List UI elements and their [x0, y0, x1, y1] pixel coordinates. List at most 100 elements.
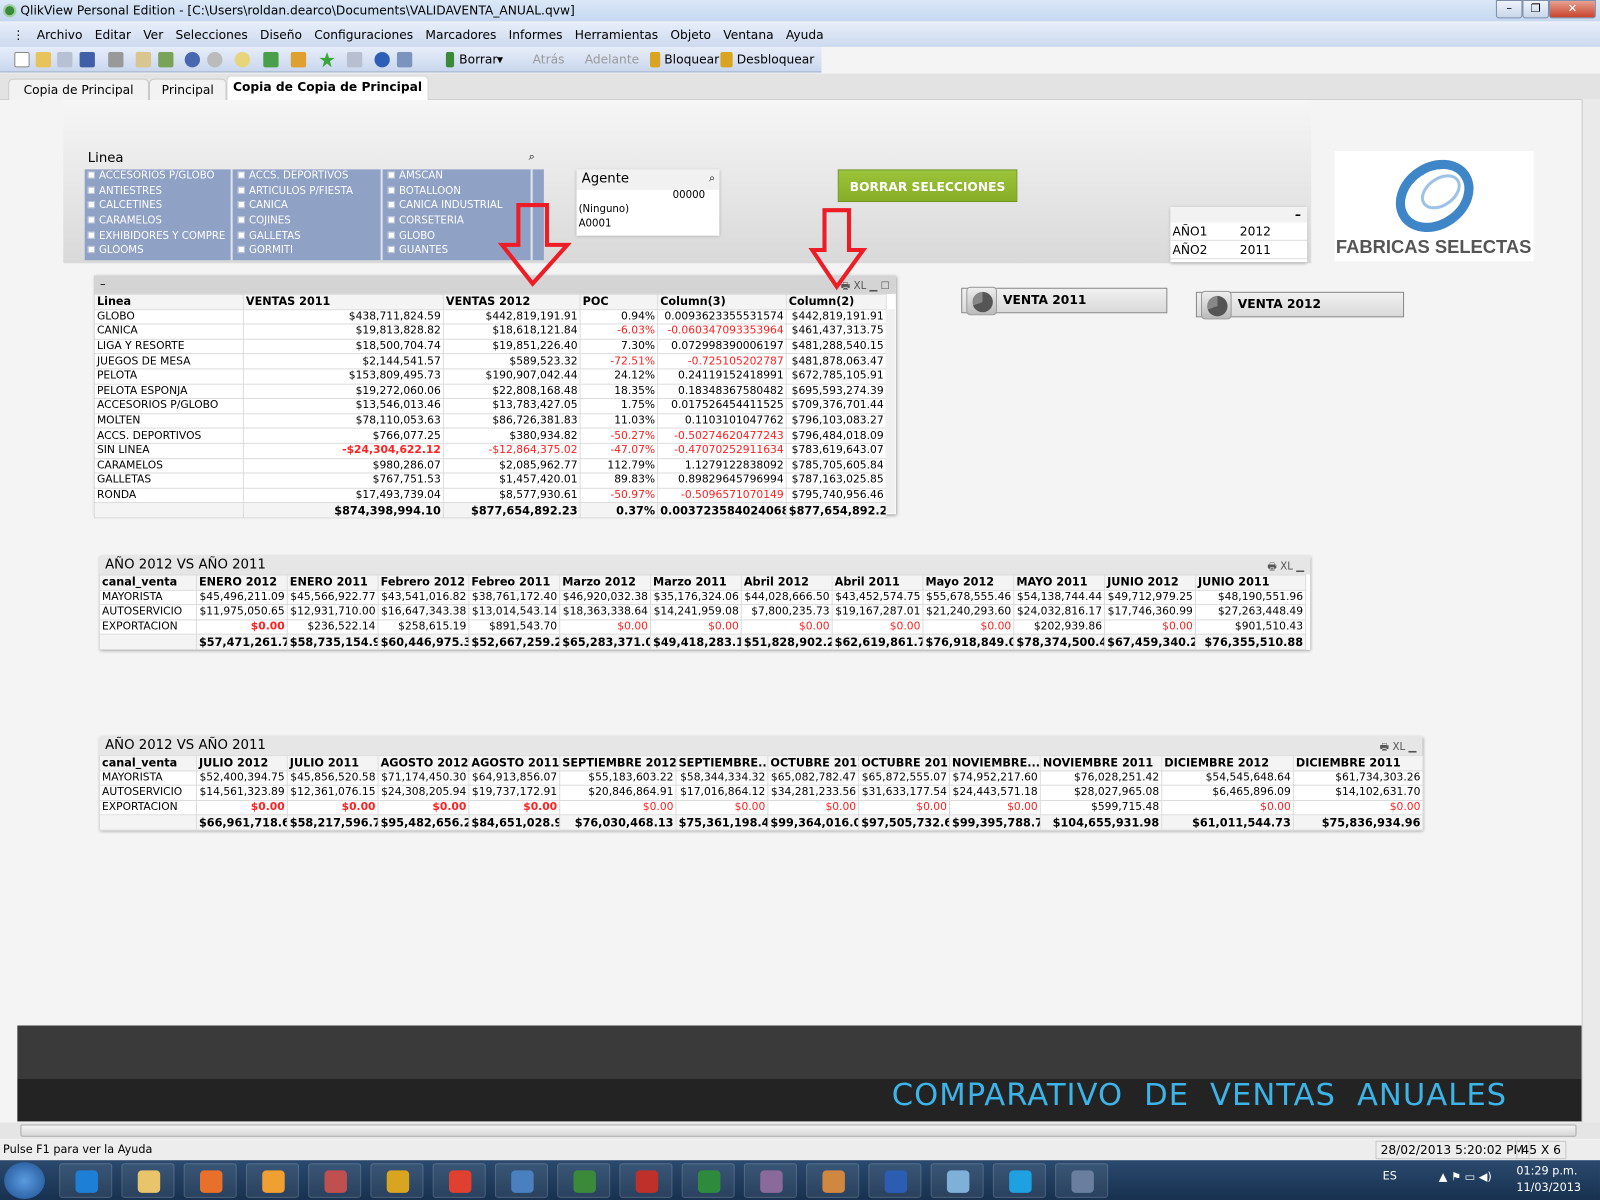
agente-item[interactable]: 00000: [577, 190, 720, 204]
checkbox-icon[interactable]: [87, 231, 95, 239]
table-cell[interactable]: $65,872,555.07: [858, 770, 950, 786]
table-cell[interactable]: PELOTA ESPONJA: [93, 383, 244, 400]
column-header[interactable]: canal_venta: [98, 755, 197, 771]
print-xl-minimize-icons[interactable]: 🖶 XL ▁: [1380, 739, 1417, 757]
agente-search-icon[interactable]: ⌕: [709, 171, 715, 185]
table-cell[interactable]: $38,761,172.40: [468, 589, 561, 606]
table-cell[interactable]: LIGA Y RESORTE: [93, 338, 244, 355]
table-cell[interactable]: $0.00: [831, 619, 924, 636]
table-cell[interactable]: MAYORISTA: [98, 589, 197, 606]
table-cell[interactable]: GALLETAS: [93, 472, 244, 489]
table-cell[interactable]: -0.060347093353964: [657, 323, 787, 340]
table-cell[interactable]: $11,975,050.65: [195, 604, 288, 621]
table-cell[interactable]: $28,027,965.08: [1039, 784, 1163, 801]
current-selections-icon[interactable]: [263, 52, 279, 68]
table-cell[interactable]: $34,281,233.56: [767, 784, 860, 801]
column-header[interactable]: Febrero 2012: [377, 574, 470, 591]
table-cell[interactable]: $438,711,824.59: [242, 308, 444, 325]
adelante-button[interactable]: Adelante: [585, 52, 639, 67]
table-cell[interactable]: EXPORTACION: [98, 799, 197, 816]
table-cell[interactable]: $787,163,025.85: [785, 472, 887, 489]
agente-item[interactable]: A0001: [577, 218, 720, 232]
table-cell[interactable]: $21,240,293.60: [922, 604, 1015, 621]
table-cell[interactable]: $190,907,042.44: [442, 368, 581, 385]
table-cell[interactable]: -0.5096571070149: [657, 487, 787, 504]
table-cell[interactable]: CARAMELOS: [93, 457, 244, 474]
taskbar-internet-explorer[interactable]: [59, 1163, 113, 1198]
table-cell[interactable]: -0.47070252911634: [657, 442, 787, 459]
table-cell[interactable]: $0.00: [767, 799, 860, 816]
table-cell[interactable]: $0.00: [468, 799, 561, 816]
table-cell[interactable]: $17,493,739.04: [242, 487, 444, 504]
table-cell[interactable]: $0.00: [559, 799, 677, 816]
listbox-item[interactable]: GALLETAS: [235, 229, 381, 244]
tab-copia-de-copia-de-principal[interactable]: Copia de Copia de Principal: [226, 75, 429, 102]
horizontal-scrollbar[interactable]: [0, 1122, 1600, 1139]
checkbox-icon[interactable]: [237, 231, 245, 239]
table-cell[interactable]: -6.03%: [579, 323, 659, 340]
table-cell[interactable]: $202,939.86: [1013, 619, 1106, 636]
table-cell[interactable]: $55,678,555.46: [922, 589, 1015, 606]
table-cell[interactable]: $0.00: [195, 799, 288, 816]
table-cell[interactable]: $45,566,922.77: [286, 589, 379, 606]
table-cell[interactable]: $0.00: [858, 799, 950, 816]
table-cell[interactable]: ACCESORIOS P/GLOBO: [93, 398, 244, 415]
undo-icon[interactable]: [184, 52, 200, 68]
menu-item-9[interactable]: Objeto: [670, 28, 711, 42]
table-cell[interactable]: $599,715.48: [1039, 799, 1163, 816]
checkbox-icon[interactable]: [387, 171, 395, 179]
table-cell[interactable]: $380,934.82: [442, 427, 581, 444]
table-cell[interactable]: $6,465,896.09: [1161, 784, 1294, 801]
listbox-item[interactable]: CARAMELOS: [85, 214, 231, 229]
checkbox-icon[interactable]: [387, 231, 395, 239]
table-cell[interactable]: $19,813,828.82: [242, 323, 444, 340]
listbox-item[interactable]: BOTALLOON: [385, 184, 531, 199]
checkbox-icon[interactable]: [237, 216, 245, 224]
redo-icon[interactable]: [207, 52, 223, 68]
desbloquear-button[interactable]: Desbloquear: [737, 52, 815, 67]
search-icon[interactable]: [234, 52, 250, 68]
table-cell[interactable]: $74,952,217.60: [948, 770, 1041, 786]
table-cell[interactable]: $12,931,710.00: [286, 604, 379, 621]
table-cell[interactable]: $13,546,013.46: [242, 398, 444, 415]
tab-principal[interactable]: Principal: [148, 78, 227, 100]
reload-icon[interactable]: [57, 52, 73, 68]
table-cell[interactable]: 0.24119152418991: [657, 368, 787, 385]
taskbar-utilities[interactable]: [370, 1163, 424, 1198]
table-cell[interactable]: EXPORTACION: [98, 619, 197, 636]
table-cell[interactable]: $64,913,856.07: [468, 770, 561, 786]
table-cell[interactable]: $54,138,744.44: [1013, 589, 1106, 606]
column-header[interactable]: Marzo 2011: [649, 574, 742, 591]
taskbar-word[interactable]: [868, 1163, 922, 1198]
table-cell[interactable]: $8,577,930.61: [442, 487, 581, 504]
taskbar-tools[interactable]: [308, 1163, 362, 1198]
table-cell[interactable]: $481,878,063.47: [785, 353, 887, 370]
venta-2011-button[interactable]: VENTA 2011: [961, 286, 1168, 316]
menu-item-1[interactable]: Editar: [95, 28, 131, 42]
table-cell[interactable]: $0.00: [948, 799, 1041, 816]
column-header[interactable]: NOVIEMBRE...: [948, 755, 1041, 771]
table-cell[interactable]: $236,522.14: [286, 619, 379, 636]
close-button[interactable]: ✕: [1548, 0, 1596, 19]
year-table-minimize-button[interactable]: –: [1170, 207, 1308, 223]
table-cell[interactable]: $65,082,782.47: [767, 770, 860, 786]
table-cell[interactable]: $0.00: [1104, 619, 1196, 636]
table-cell[interactable]: $1,457,420.01: [442, 472, 581, 489]
chart-wizard-icon[interactable]: [290, 52, 307, 68]
table-cell[interactable]: $795,740,956.46: [785, 487, 887, 504]
borrar-selecciones-button[interactable]: BORRAR SELECCIONES: [837, 169, 1018, 203]
table-cell[interactable]: $24,032,816.17: [1013, 604, 1106, 621]
table-cell[interactable]: -0.50274620477243: [657, 427, 787, 444]
table-cell[interactable]: 0.072998390006197: [657, 338, 787, 355]
table-cell[interactable]: $695,593,274.39: [785, 383, 887, 400]
column-header[interactable]: VENTAS 2012: [442, 293, 581, 310]
table-cell[interactable]: $55,183,603.22: [559, 770, 677, 786]
table-cell[interactable]: GLOBO: [93, 308, 244, 325]
table-cell[interactable]: 0.017526454411525: [657, 398, 787, 415]
table-cell[interactable]: $19,167,287.01: [831, 604, 924, 621]
menu-item-10[interactable]: Ventana: [723, 28, 773, 42]
taskbar-file-explorer[interactable]: [121, 1163, 175, 1198]
table-cell[interactable]: PELOTA: [93, 368, 244, 385]
table-cell[interactable]: $44,028,666.50: [740, 589, 833, 606]
table-cell[interactable]: $14,241,959.08: [649, 604, 742, 621]
